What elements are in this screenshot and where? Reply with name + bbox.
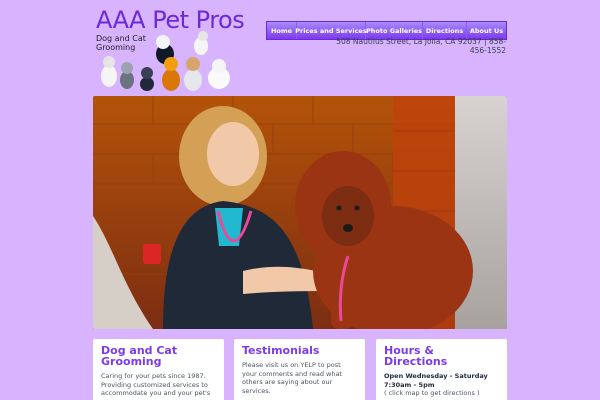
address: 508 Nautilus Street, La Jolla, CA 92037 … xyxy=(336,37,506,55)
pets-logo-graphic xyxy=(101,31,230,91)
hero-image xyxy=(93,96,507,329)
card-hours-directions: Hours & Directions Open Wednesday - Satu… xyxy=(376,339,507,400)
card-hours-text: Open Wednesday - Saturday 7:30am - 5pm xyxy=(384,372,488,389)
card-testimonials: Testimonials Please visit us on YELP to … xyxy=(234,339,365,400)
card-testimonials-text: Please visit us on YELP to post your com… xyxy=(242,361,342,395)
nav-home[interactable]: Home xyxy=(267,22,297,39)
card-directions-link[interactable]: ( click map to get directions ) xyxy=(384,389,499,398)
card-grooming: Dog and Cat Grooming Caring for your pet… xyxy=(93,339,224,400)
card-testimonials-title[interactable]: Testimonials xyxy=(242,345,357,356)
card-grooming-text: Caring for your pets since 1987. Providi… xyxy=(101,372,211,397)
card-grooming-title[interactable]: Dog and Cat Grooming xyxy=(101,345,216,367)
card-hours-title[interactable]: Hours & Directions xyxy=(384,345,499,367)
